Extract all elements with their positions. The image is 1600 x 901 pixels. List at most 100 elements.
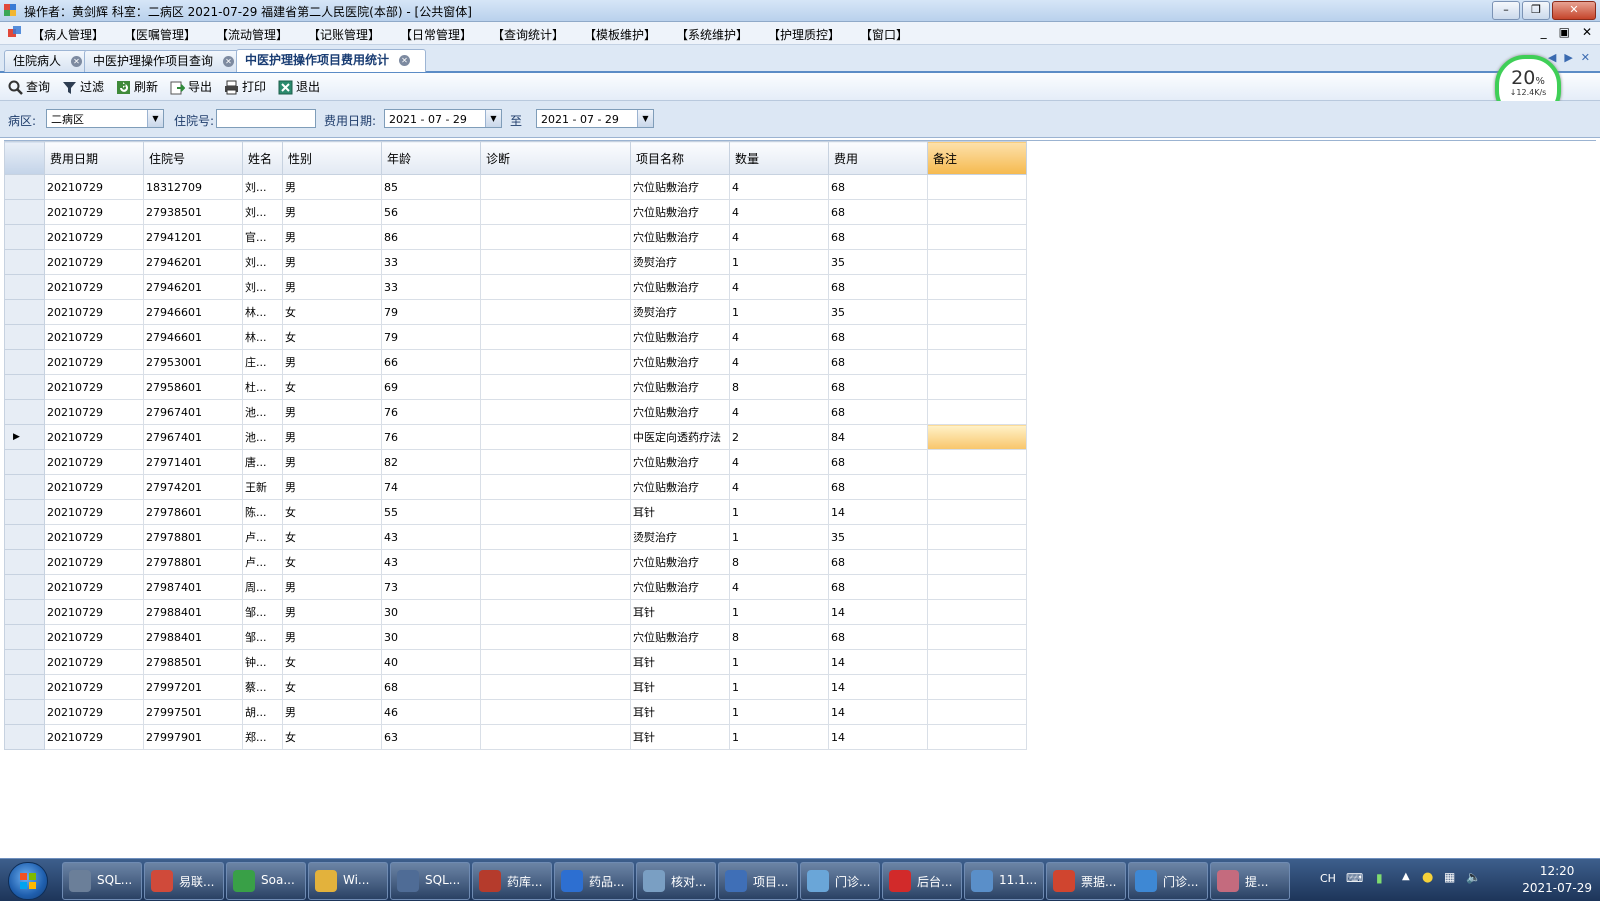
table-row[interactable]: 20210729 27988401 邹... 男 30 耳针 1 14 — [4, 599, 1027, 625]
cell-name[interactable]: 刘... — [242, 249, 283, 275]
menu-patient-management[interactable]: 【病人管理】 — [32, 26, 104, 43]
cell-age[interactable]: 63 — [381, 724, 481, 750]
row-header[interactable] — [4, 574, 45, 600]
cell-cost[interactable]: 68 — [828, 374, 928, 400]
menu-query-stats[interactable]: 【查询统计】 — [492, 26, 564, 43]
column-header-age[interactable]: 年龄 — [381, 141, 481, 175]
table-row[interactable]: 20210729 27978801 卢... 女 43 穴位贴敷治疗 8 68 — [4, 549, 1027, 575]
cell-item-name[interactable]: 穴位贴敷治疗 — [630, 274, 730, 300]
cell-quantity[interactable]: 1 — [729, 249, 829, 275]
start-button[interactable] — [8, 862, 48, 900]
cell-cost[interactable]: 14 — [828, 599, 928, 625]
cell-inpatient-no[interactable]: 27941201 — [143, 224, 243, 250]
cell-age[interactable]: 79 — [381, 324, 481, 350]
menu-billing[interactable]: 【记账管理】 — [308, 26, 380, 43]
cell-item-name[interactable]: 耳针 — [630, 724, 730, 750]
cell-remark[interactable] — [927, 724, 1027, 750]
cell-cost-date[interactable]: 20210729 — [44, 449, 144, 475]
tab-scroll-right-icon[interactable]: ▶ — [1564, 51, 1572, 64]
chevron-down-icon[interactable]: ▼ — [147, 110, 163, 127]
cell-quantity[interactable]: 4 — [729, 274, 829, 300]
cell-item-name[interactable]: 穴位贴敷治疗 — [630, 574, 730, 600]
cell-gender[interactable]: 女 — [282, 724, 382, 750]
cell-cost[interactable]: 14 — [828, 649, 928, 675]
cell-diagnosis[interactable] — [480, 524, 631, 550]
close-button[interactable]: ✕ — [1552, 1, 1596, 20]
table-row[interactable]: 20210729 27953001 庄... 男 66 穴位贴敷治疗 4 68 — [4, 349, 1027, 375]
table-row[interactable]: 20210729 27988401 邹... 男 30 穴位贴敷治疗 8 68 — [4, 624, 1027, 650]
cell-inpatient-no[interactable]: 27946201 — [143, 274, 243, 300]
table-row[interactable]: 20210729 27946201 刘... 男 33 烫熨治疗 1 35 — [4, 249, 1027, 275]
cell-inpatient-no[interactable]: 27997201 — [143, 674, 243, 700]
cell-name[interactable]: 池... — [242, 424, 283, 450]
select-all-corner[interactable] — [4, 141, 45, 175]
security-icon[interactable]: ● — [1422, 870, 1433, 885]
cell-remark[interactable] — [927, 199, 1027, 225]
cell-cost[interactable]: 68 — [828, 449, 928, 475]
menu-orders[interactable]: 【医嘱管理】 — [124, 26, 196, 43]
cell-inpatient-no[interactable]: 27967401 — [143, 399, 243, 425]
cell-item-name[interactable]: 穴位贴敷治疗 — [630, 224, 730, 250]
cell-cost-date[interactable]: 20210729 — [44, 299, 144, 325]
cell-diagnosis[interactable] — [480, 624, 631, 650]
cell-diagnosis[interactable] — [480, 474, 631, 500]
cell-age[interactable]: 69 — [381, 374, 481, 400]
cell-diagnosis[interactable] — [480, 574, 631, 600]
restore-button[interactable]: ❐ — [1522, 1, 1550, 20]
column-header-inpatient-no[interactable]: 住院号 — [143, 141, 243, 175]
chevron-down-icon[interactable]: ▼ — [485, 110, 501, 127]
row-header[interactable] — [4, 299, 45, 325]
cell-diagnosis[interactable] — [480, 499, 631, 525]
cell-quantity[interactable]: 1 — [729, 724, 829, 750]
cell-gender[interactable]: 男 — [282, 274, 382, 300]
cell-quantity[interactable]: 8 — [729, 549, 829, 575]
cell-quantity[interactable]: 4 — [729, 324, 829, 350]
cell-quantity[interactable]: 4 — [729, 224, 829, 250]
cell-quantity[interactable]: 4 — [729, 399, 829, 425]
taskbar-button[interactable]: 核对... — [636, 862, 716, 900]
row-header[interactable] — [4, 674, 45, 700]
cell-age[interactable]: 74 — [381, 474, 481, 500]
cell-name[interactable]: 陈... — [242, 499, 283, 525]
cell-name[interactable]: 邹... — [242, 599, 283, 625]
date-from-picker[interactable]: 2021 - 07 - 29 ▼ — [384, 109, 502, 128]
show-hidden-icons-icon[interactable]: ▲ — [1402, 871, 1410, 882]
tab-inpatients[interactable]: 住院病人 ✕ — [4, 50, 88, 72]
cell-gender[interactable]: 女 — [282, 524, 382, 550]
cell-inpatient-no[interactable]: 27946201 — [143, 249, 243, 275]
cell-gender[interactable]: 男 — [282, 574, 382, 600]
taskbar-button[interactable]: 11.1... — [964, 862, 1044, 900]
column-header-quantity[interactable]: 数量 — [729, 141, 829, 175]
cell-cost-date[interactable]: 20210729 — [44, 699, 144, 725]
column-header-item-name[interactable]: 项目名称 — [630, 141, 730, 175]
column-header-diagnosis[interactable]: 诊断 — [480, 141, 631, 175]
table-row[interactable]: 20210729 27978801 卢... 女 43 烫熨治疗 1 35 — [4, 524, 1027, 550]
taskbar-button[interactable]: SQL... — [62, 862, 142, 900]
cell-cost[interactable]: 68 — [828, 224, 928, 250]
cell-cost[interactable]: 68 — [828, 574, 928, 600]
cell-quantity[interactable]: 1 — [729, 699, 829, 725]
cell-cost[interactable]: 68 — [828, 399, 928, 425]
cell-item-name[interactable]: 穴位贴敷治疗 — [630, 174, 730, 200]
cell-remark[interactable] — [927, 474, 1027, 500]
cell-gender[interactable]: 女 — [282, 324, 382, 350]
cell-quantity[interactable]: 4 — [729, 449, 829, 475]
cell-cost-date[interactable]: 20210729 — [44, 424, 144, 450]
cell-inpatient-no[interactable]: 27997501 — [143, 699, 243, 725]
row-header[interactable] — [4, 699, 45, 725]
cell-quantity[interactable]: 1 — [729, 499, 829, 525]
cell-cost-date[interactable]: 20210729 — [44, 549, 144, 575]
cell-item-name[interactable]: 穴位贴敷治疗 — [630, 199, 730, 225]
cell-remark[interactable] — [927, 649, 1027, 675]
taskbar-button[interactable]: 后台... — [882, 862, 962, 900]
cell-cost-date[interactable]: 20210729 — [44, 724, 144, 750]
cell-age[interactable]: 56 — [381, 199, 481, 225]
table-row[interactable]: 20210729 27974201 王新男 74 穴位贴敷治疗 4 68 — [4, 474, 1027, 500]
cell-name[interactable]: 卢... — [242, 549, 283, 575]
cell-gender[interactable]: 女 — [282, 499, 382, 525]
row-header[interactable] — [4, 549, 45, 575]
cell-quantity[interactable]: 1 — [729, 524, 829, 550]
volume-icon[interactable]: 🔈 — [1466, 870, 1481, 884]
cell-cost-date[interactable]: 20210729 — [44, 349, 144, 375]
cell-cost[interactable]: 68 — [828, 274, 928, 300]
